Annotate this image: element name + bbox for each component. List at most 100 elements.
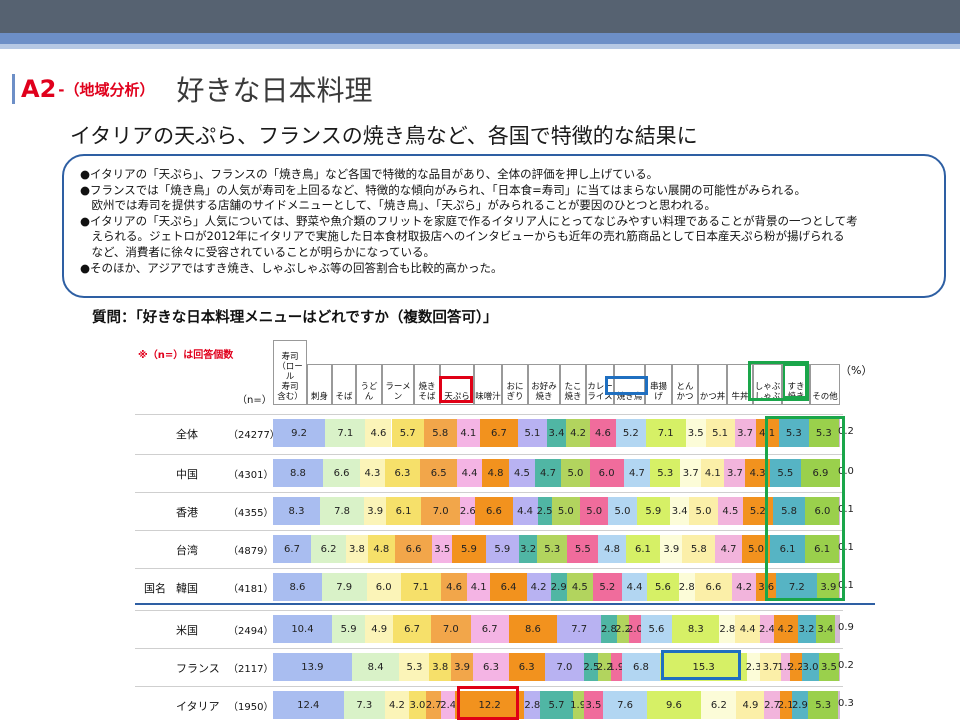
bar-segment: 6.7 (479, 419, 518, 447)
bar-segment: 2.7 (426, 691, 442, 719)
bar-segment: 5.3 (399, 653, 430, 681)
bar-segment: 3.5 (432, 535, 453, 563)
bar-segment: 4.5 (567, 573, 593, 601)
category-header-label: かつ丼 (699, 392, 726, 402)
row-label: フランス (176, 662, 220, 675)
yakitori-header-highlight (605, 376, 648, 395)
bar-segment: 5.1 (705, 419, 735, 447)
category-header: おに ぎり (502, 364, 528, 405)
bar-segment: 3.2 (519, 535, 538, 563)
bar-segment: 3.9 (660, 535, 683, 563)
category-header: 寿司 （ロール 寿司 含む） (273, 340, 307, 405)
row-divider (135, 648, 843, 649)
category-header-label: そば (335, 392, 353, 402)
bar-segment: 13.9 (273, 653, 352, 681)
bar-segment: 3.5 (819, 653, 839, 681)
bar-segment: 3.5 (685, 419, 706, 447)
bar-segment: 8.4 (351, 653, 400, 681)
category-header: かつ丼 (698, 364, 727, 405)
row-label: 香港 (176, 506, 198, 519)
bar-segment: 5.6 (647, 573, 679, 601)
bar-segment: 2.4 (759, 615, 775, 643)
bar-segment: 5.7 (540, 691, 573, 719)
bar-segment: 4.9 (736, 691, 765, 719)
row-divider (135, 414, 843, 415)
bar-segment: 4.8 (367, 535, 395, 563)
bar-segment: 8.6 (508, 615, 558, 643)
category-header: たこ 焼き (560, 364, 586, 405)
bar-segment: 3.9 (451, 653, 474, 681)
bar-segment: 6.6 (394, 535, 433, 563)
bar-segment: 5.1 (517, 419, 547, 447)
bar-segment: 2.6 (460, 497, 476, 525)
bar-segment: 5.0 (551, 497, 580, 525)
bar-segment: 6.3 (473, 653, 509, 681)
bar-segment: 4.8 (598, 535, 626, 563)
row-divider (135, 454, 843, 455)
bar-segment: 3.4 (670, 497, 690, 525)
row-label: 全体 (176, 428, 198, 441)
bar-segment: 5.3 (537, 535, 568, 563)
bar-segment: 2.8 (719, 615, 735, 643)
asia-shabu-sukiyaki-highlight (765, 416, 845, 601)
italy-tempura-highlight (457, 686, 519, 720)
bar-segment: 7.1 (400, 573, 441, 601)
bar-segment: 12.4 (273, 691, 344, 719)
bar-segment: 6.3 (384, 459, 421, 487)
bar-segment: 10.4 (273, 615, 332, 643)
bar-segment: 6.2 (310, 535, 347, 563)
bar-segment: 6.3 (508, 653, 545, 681)
bar-segment: 7.1 (645, 419, 686, 447)
slide-subtitle: イタリアの天ぷら、フランスの焼き鳥など、各国で特徴的な結果に (70, 124, 698, 148)
bar-segment: 5.3 (650, 459, 681, 487)
category-header-label: おに ぎり (506, 382, 524, 402)
bar-segment: 3.9 (364, 497, 387, 525)
bar-segment: 4.7 (534, 459, 562, 487)
row-divider (135, 492, 843, 493)
category-header: 焼き そば (414, 364, 440, 405)
bar-segment: 5.2 (616, 419, 646, 447)
bar-segment: 3.0 (802, 653, 819, 681)
category-header: ラーメン (382, 364, 414, 405)
bar-segment: 3.7 (734, 419, 756, 447)
row-label: 中国 (176, 468, 198, 481)
bar-segment: 4.5 (509, 459, 535, 487)
slide-title: A2 -（地域分析） 好きな日本料理 (12, 72, 373, 107)
bar-segment: 4.2 (732, 573, 756, 601)
category-header: うどん (356, 364, 382, 405)
bar-segment: 3.2 (797, 615, 816, 643)
bar-segment: 3.5 (583, 691, 604, 719)
bar-segment: 7.8 (320, 497, 365, 525)
category-header-label: とん かつ (676, 382, 694, 402)
bar-segment: 5.7 (391, 419, 424, 447)
category-header: 串揚げ (645, 364, 672, 405)
bar-segment: 4.6 (365, 419, 392, 447)
bar-segment: 5.3 (808, 691, 839, 719)
bar-segment: 6.5 (420, 459, 458, 487)
tempura-header-highlight (439, 376, 473, 403)
bar-segment: 2.4 (440, 691, 456, 719)
other-value-label: 0.3 (838, 698, 854, 709)
row-divider (135, 530, 843, 531)
bar-segment: 5.9 (331, 615, 366, 643)
bar-segment: 5.6 (640, 615, 673, 643)
category-header-label: その他 (812, 392, 838, 402)
bar-segment: 3.7 (724, 459, 746, 487)
category-header: 刺身 (307, 364, 332, 405)
bar-segment: 4.3 (360, 459, 385, 487)
bar-segment: 5.2 (592, 573, 623, 601)
bar-segment: 3.8 (429, 653, 452, 681)
bar-segment: 1.9 (608, 653, 624, 681)
bullet-line: など、消費者に徐々に受容されていることが明らかになっている。 (80, 244, 436, 259)
bar-segment: 2.0 (627, 615, 643, 643)
bar-segment: 5.0 (608, 497, 637, 525)
region-separator (135, 603, 875, 605)
bar-segment: 3.4 (546, 419, 567, 447)
bullet-line: えられる。ジェトロが2012年にイタリアで実施した日本食材取扱店へのインタビュー… (80, 229, 845, 244)
slide-code: A2 (21, 75, 57, 103)
row-label: 米国 (176, 624, 198, 637)
banner-stripe-light (0, 44, 960, 49)
row-sample-size: （2117） (228, 664, 274, 675)
bar-segment: 4.7 (715, 535, 742, 563)
bar-segment: 2.8 (678, 573, 695, 601)
